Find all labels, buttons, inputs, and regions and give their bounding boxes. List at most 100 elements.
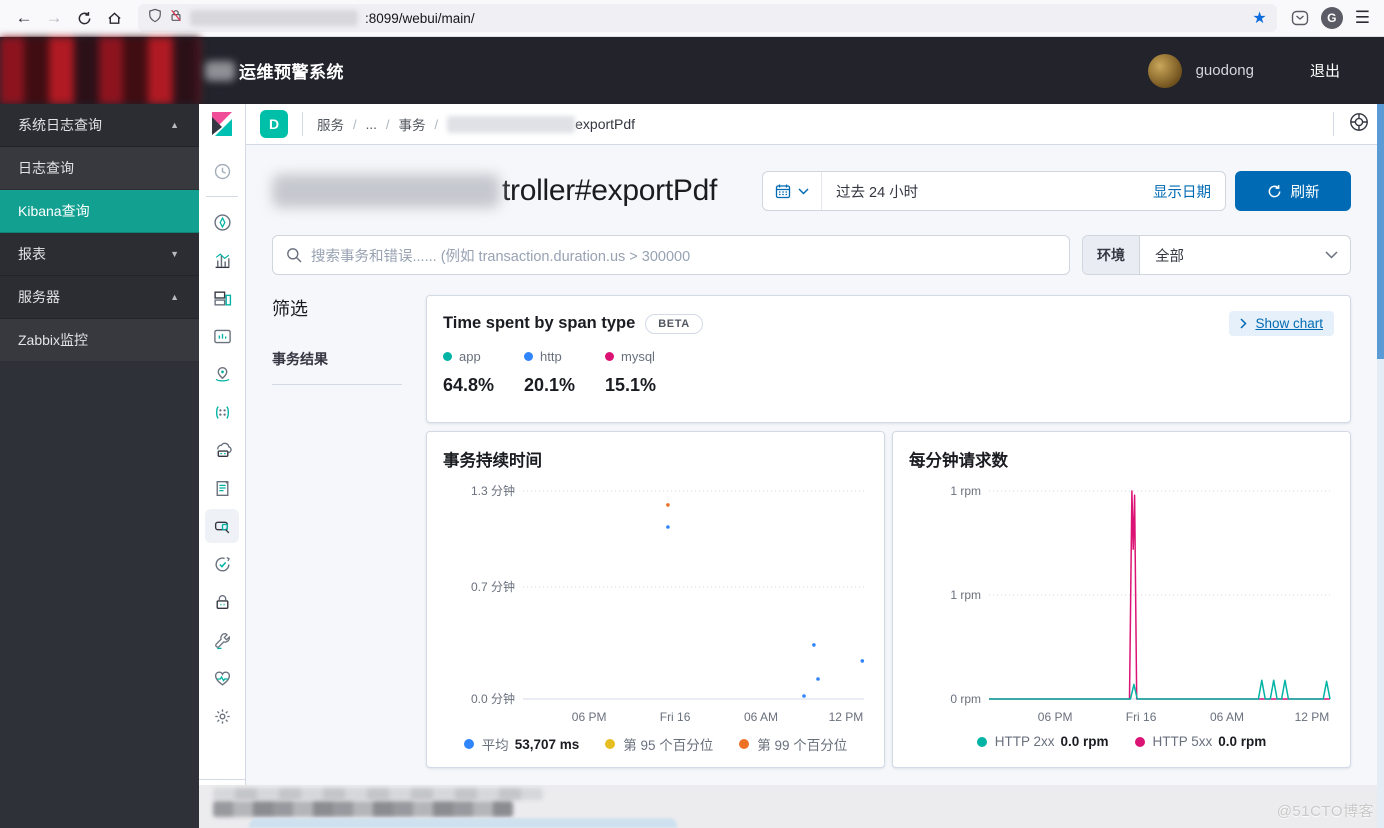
calendar-dropdown[interactable] <box>763 172 822 210</box>
status-strip <box>249 818 677 828</box>
sidebar-item-label: 日志查询 <box>18 160 74 176</box>
monitoring-icon[interactable] <box>205 661 239 695</box>
svg-text:06 AM: 06 AM <box>1210 710 1244 724</box>
sidebar-item-system-log-query[interactable]: 系统日志查询 ▲ <box>0 104 199 147</box>
beta-badge: BETA <box>645 313 703 334</box>
pocket-icon[interactable] <box>1291 9 1309 27</box>
legend-item[interactable]: HTTP 2xx 0.0 rpm <box>976 734 1109 749</box>
scrollbar-thumb[interactable] <box>1377 104 1384 359</box>
legend-dot <box>739 739 750 749</box>
sidebar-item-servers[interactable]: 服务器 ▲ <box>0 276 199 319</box>
page-title: troller#exportPdf <box>502 174 718 207</box>
breadcrumb-separator: / <box>353 116 357 132</box>
legend-item[interactable]: 第 95 个百分位 <box>605 734 713 754</box>
time-range-picker[interactable]: 过去 24 小时 显示日期 <box>762 171 1226 211</box>
url-text[interactable]: :8099/webui/main/ <box>365 11 475 26</box>
divider <box>1333 112 1334 136</box>
page-scrollbar[interactable] <box>1377 104 1384 828</box>
svg-text:1 rpm: 1 rpm <box>950 484 981 498</box>
url-bar[interactable]: :8099/webui/main/ ★ <box>138 4 1277 32</box>
svg-text:0.7 分钟: 0.7 分钟 <box>471 579 515 594</box>
environment-select[interactable]: 环境 全部 <box>1082 235 1351 275</box>
censored-title-prefix <box>205 60 235 81</box>
transaction-result-section[interactable]: 事务结果 <box>272 349 402 385</box>
refresh-icon <box>1268 184 1280 197</box>
back-icon[interactable]: ← <box>10 3 38 33</box>
legend-value: 0.0 rpm <box>1218 734 1267 749</box>
app-title: 运维预警系统 <box>239 63 344 82</box>
refresh-button[interactable]: 刷新 <box>1235 171 1351 211</box>
environment-label: 环境 <box>1083 236 1140 274</box>
logs-icon[interactable] <box>205 471 239 505</box>
breadcrumb-separator: / <box>434 116 439 132</box>
svg-text:06 AM: 06 AM <box>744 710 778 724</box>
legend-item[interactable]: 平均 53,707 ms <box>463 734 579 754</box>
space-badge[interactable]: D <box>260 110 288 138</box>
search-placeholder: 搜索事务和错误...... (例如 transaction.duration.u… <box>311 248 691 265</box>
logout-link[interactable]: 退出 <box>1310 60 1340 81</box>
infrastructure-icon[interactable] <box>205 433 239 467</box>
sidebar-item-label: Kibana查询 <box>18 203 90 219</box>
span-type-value: 64.8% <box>443 375 495 395</box>
management-icon[interactable] <box>205 699 239 733</box>
breadcrumb-ellipsis[interactable]: ... <box>366 117 377 132</box>
dashboard-icon[interactable] <box>205 281 239 315</box>
censored-logo <box>0 37 200 104</box>
machine-learning-icon[interactable] <box>205 395 239 429</box>
sidebar-item-reports[interactable]: 报表 ▼ <box>0 233 199 276</box>
svg-text:Fri 16: Fri 16 <box>1126 710 1157 724</box>
maps-icon[interactable] <box>205 357 239 391</box>
span-type-panel: Time spent by span type BETA Show chart … <box>426 295 1351 423</box>
search-input[interactable]: 搜索事务和错误...... (例如 transaction.duration.u… <box>272 235 1070 275</box>
canvas-icon[interactable] <box>205 319 239 353</box>
shield-icon[interactable] <box>148 8 162 28</box>
legend-item[interactable]: HTTP 5xx 0.0 rpm <box>1134 734 1267 749</box>
home-icon[interactable] <box>100 3 128 33</box>
divider <box>302 112 303 136</box>
sidebar-item-log-query[interactable]: 日志查询 <box>0 147 199 190</box>
rail-divider <box>206 196 238 197</box>
kibana-logo[interactable] <box>209 111 235 142</box>
chart-plot-area[interactable]: 1.3 分钟 0.7 分钟 0.0 分钟 06 PM Fri 16 06 AM 12 PM <box>443 473 868 732</box>
legend-item[interactable]: 第 99 个百分位 <box>739 734 847 754</box>
breadcrumb-transactions[interactable]: 事务 <box>399 114 426 134</box>
svg-text:12 PM: 12 PM <box>829 710 864 724</box>
legend-value: 0.0 rpm <box>1060 734 1109 749</box>
show-dates-link[interactable]: 显示日期 <box>1153 181 1211 202</box>
breadcrumb-services[interactable]: 服务 <box>317 114 344 134</box>
breadcrumb-current: exportPdf <box>575 116 636 132</box>
watermark: @51CTO博客 <box>1276 803 1374 820</box>
status-bar: @51CTO博客 <box>199 785 1384 828</box>
help-icon[interactable] <box>1348 111 1370 138</box>
insecure-lock-icon[interactable] <box>169 8 183 28</box>
sidebar-item-kibana-query[interactable]: Kibana查询 <box>0 190 199 233</box>
search-icon <box>287 248 302 263</box>
siem-icon[interactable] <box>205 585 239 619</box>
span-type-mysql: mysql 15.1% <box>605 349 686 396</box>
svg-text:1.3 分钟: 1.3 分钟 <box>471 483 515 498</box>
menu-icon[interactable]: ☰ <box>1355 8 1370 28</box>
user-avatar[interactable] <box>1147 53 1182 88</box>
discover-icon[interactable] <box>205 205 239 239</box>
bookmark-star-icon[interactable]: ★ <box>1252 8 1266 28</box>
transaction-duration-chart: 事务持续时间 1.3 分钟 0.7 分钟 0.0 分钟 06 PM Fri 16 06 A… <box>426 431 885 768</box>
sidebar-item-label: 服务器 <box>18 289 60 305</box>
apm-icon[interactable] <box>205 509 239 543</box>
reload-icon[interactable] <box>70 3 98 33</box>
time-range-value[interactable]: 过去 24 小时 <box>836 181 918 202</box>
uptime-icon[interactable] <box>205 547 239 581</box>
chevron-up-icon: ▲ <box>170 120 179 130</box>
requests-per-minute-chart: 每分钟请求数 1 rpm 1 rpm 0 rpm 06 PM Fri 16 06 AM 12… <box>892 431 1351 768</box>
recent-icon[interactable] <box>205 154 239 188</box>
sidebar-item-zabbix[interactable]: Zabbix监控 <box>0 319 199 362</box>
show-chart-link[interactable]: Show chart <box>1229 311 1334 336</box>
app-sidebar: 系统日志查询 ▲ 日志查询 Kibana查询 报表 ▼ 服务器 ▲ Zabbix… <box>0 104 199 828</box>
kibana-nav-rail <box>198 104 246 828</box>
legend-label: 第 99 个百分位 <box>757 738 848 753</box>
forward-icon[interactable]: → <box>40 3 68 33</box>
account-avatar[interactable]: G <box>1320 7 1343 29</box>
visualize-icon[interactable] <box>205 243 239 277</box>
chart-plot-area[interactable]: 1 rpm 1 rpm 0 rpm 06 PM Fri 16 06 AM 12 PM <box>909 473 1334 732</box>
user-name: guodong <box>1195 62 1254 79</box>
devtools-icon[interactable] <box>205 623 239 657</box>
